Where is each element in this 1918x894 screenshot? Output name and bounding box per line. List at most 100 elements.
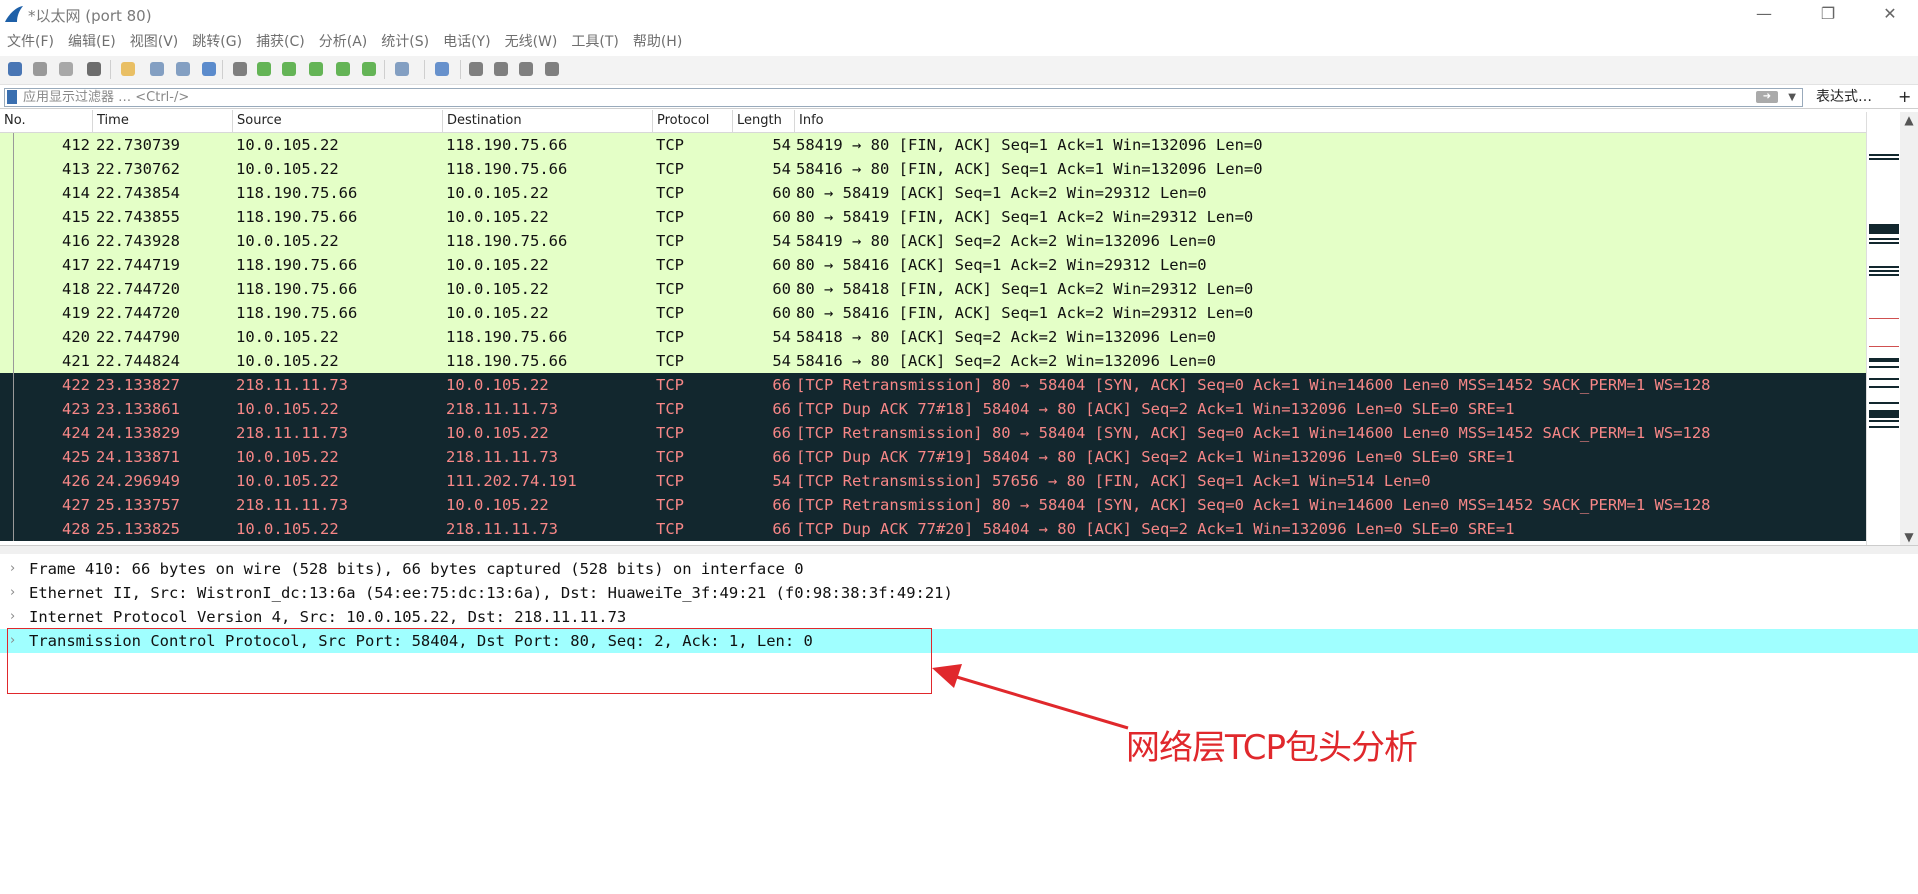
packet-destination-cell: 10.0.105.22 [446,280,549,298]
packet-info-cell: [TCP Retransmission] 80 → 58404 [SYN, AC… [796,376,1711,394]
chevron-down-icon[interactable]: ▼ [1788,89,1796,106]
packet-row[interactable]: 422 23.133827 218.11.11.73 10.0.105.22 TCP 66… [0,373,1866,397]
capture-options-icon[interactable] [84,59,104,79]
packet-row[interactable]: 420 22.744790 10.0.105.22 118.190.75.66 TCP 5… [0,325,1866,349]
open-file-icon[interactable] [118,59,138,79]
column-destination[interactable]: Destination [443,110,653,132]
zoom-in-icon[interactable] [466,59,486,79]
column-no[interactable]: No. [0,110,93,132]
minimap-mark [1869,266,1899,268]
close-file-icon[interactable] [173,59,193,79]
packet-destination-cell: 218.11.11.73 [446,448,558,466]
bookmark-icon[interactable] [7,90,17,104]
packet-protocol-cell: TCP [656,184,684,202]
column-source[interactable]: Source [233,110,443,132]
menu-item[interactable]: 跳转(G) [185,30,249,54]
packet-source-cell: 118.190.75.66 [236,304,358,322]
packet-row[interactable]: 412 22.730739 10.0.105.22 118.190.75.66 TCP 5… [0,133,1866,157]
minimap-mark [1869,378,1899,380]
menu-item[interactable]: 帮助(H) [626,30,689,54]
menu-item[interactable]: 电话(Y) [436,30,497,54]
menu-item[interactable]: 无线(W) [498,30,565,54]
restart-capture-icon[interactable] [56,59,76,79]
menu-item[interactable]: 视图(V) [123,30,186,54]
colorize-icon[interactable] [432,59,452,79]
chevron-right-icon[interactable]: › [10,557,15,581]
close-button[interactable]: ✕ [1862,0,1918,30]
menu-item[interactable]: 统计(S) [374,30,436,54]
packet-destination-cell: 10.0.105.22 [446,376,549,394]
packet-row[interactable]: 417 22.744719 118.190.75.66 10.0.105.22 TCP 6… [0,253,1866,277]
stop-capture-icon[interactable] [30,59,50,79]
zoom-normal-icon[interactable] [516,59,536,79]
packet-info-cell: [TCP Retransmission] 80 → 58404 [SYN, AC… [796,496,1711,514]
packet-row[interactable]: 426 24.296949 10.0.105.22 111.202.74.191 TCP… [0,469,1866,493]
minimap-mark [1869,426,1899,428]
packet-source-cell: 218.11.11.73 [236,496,348,514]
packet-row[interactable]: 418 22.744720 118.190.75.66 10.0.105.22 TCP 6… [0,277,1866,301]
packet-row[interactable]: 421 22.744824 10.0.105.22 118.190.75.66 TCP 5… [0,349,1866,373]
find-packet-icon[interactable] [230,59,250,79]
go-forward-icon[interactable] [279,59,299,79]
packet-source-cell: 10.0.105.22 [236,328,339,346]
reload-file-icon[interactable] [199,59,219,79]
detail-tree-item[interactable]: › Frame 410: 66 bytes on wire (528 bits),… [0,557,1918,581]
packet-length-cell: 54 [772,232,791,250]
resize-columns-icon[interactable] [542,59,562,79]
packet-info-cell: [TCP Dup ACK 77#20] 58404 → 80 [ACK] Seq… [796,520,1515,538]
menu-item[interactable]: 捕获(C) [249,30,312,54]
packet-source-cell: 10.0.105.22 [236,472,339,490]
maximize-button[interactable]: ❐ [1800,0,1856,30]
detail-tree-item[interactable]: › Ethernet II, Src: WistronI_dc:13:6a (54… [0,581,1918,605]
apply-filter-arrow-icon[interactable]: ➜ [1756,91,1778,103]
start-capture-icon[interactable] [5,59,25,79]
minimize-button[interactable]: — [1736,0,1792,30]
packet-row[interactable]: 414 22.743854 118.190.75.66 10.0.105.22 TCP 6… [0,181,1866,205]
packet-length-cell: 66 [772,496,791,514]
packet-row[interactable]: 419 22.744720 118.190.75.66 10.0.105.22 TCP 6… [0,301,1866,325]
packet-row[interactable]: 415 22.743855 118.190.75.66 10.0.105.22 TCP 6… [0,205,1866,229]
go-last-icon[interactable] [359,59,379,79]
menu-item[interactable]: 编辑(E) [61,30,123,54]
packet-list-scrollbar[interactable]: ▲ ▼ [1900,112,1918,545]
packet-row[interactable]: 425 24.133871 10.0.105.22 218.11.11.73 TCP 66… [0,445,1866,469]
scroll-up-icon[interactable]: ▲ [1900,112,1918,128]
menu-item[interactable]: 分析(A) [312,30,375,54]
packet-time-cell: 22.743854 [96,184,180,202]
save-file-icon[interactable] [147,59,167,79]
packet-row[interactable]: 424 24.133829 218.11.11.73 10.0.105.22 TCP 66… [0,421,1866,445]
display-filter-input[interactable]: 应用显示过滤器 … <Ctrl-/> ➜ ▼ [4,88,1803,107]
autoscroll-icon[interactable] [392,59,412,79]
packet-source-cell: 118.190.75.66 [236,280,358,298]
go-to-packet-icon[interactable] [306,59,326,79]
packet-protocol-cell: TCP [656,208,684,226]
chevron-right-icon[interactable]: › [10,581,15,605]
packet-row[interactable]: 428 25.133825 10.0.105.22 218.11.11.73 TCP 66… [0,517,1866,541]
detail-tree-item[interactable]: › Internet Protocol Version 4, Src: 10.0.… [0,605,1918,629]
menu-item[interactable]: 文件(F) [0,30,61,54]
column-protocol[interactable]: Protocol [653,110,733,132]
go-back-icon[interactable] [254,59,274,79]
packet-time-cell: 22.744720 [96,304,180,322]
column-length[interactable]: Length [733,110,795,132]
packet-protocol-cell: TCP [656,448,684,466]
packet-list: No. Time Source Destination Protocol Len… [0,110,1918,545]
menu-item[interactable]: 工具(T) [564,30,625,54]
annotation-highlight-box [7,628,932,694]
chevron-right-icon[interactable]: › [10,605,15,629]
scroll-down-icon[interactable]: ▼ [1900,529,1918,545]
go-first-icon[interactable] [333,59,353,79]
packet-length-cell: 66 [772,448,791,466]
packet-row[interactable]: 427 25.133757 218.11.11.73 10.0.105.22 TCP 66… [0,493,1866,517]
packet-no-cell: 424 [62,424,90,442]
zoom-out-icon[interactable] [491,59,511,79]
column-info[interactable]: Info [795,110,1866,132]
column-time[interactable]: Time [93,110,233,132]
packet-row[interactable]: 416 22.743928 10.0.105.22 118.190.75.66 TCP 5… [0,229,1866,253]
expression-button[interactable]: 表达式… [1816,86,1872,108]
packet-row[interactable]: 423 23.133861 10.0.105.22 218.11.11.73 TCP 66… [0,397,1866,421]
packet-minimap[interactable] [1866,112,1901,545]
packet-row[interactable]: 413 22.730762 10.0.105.22 118.190.75.66 TCP 5… [0,157,1866,181]
add-filter-button[interactable]: + [1898,86,1911,108]
packet-destination-cell: 118.190.75.66 [446,352,568,370]
